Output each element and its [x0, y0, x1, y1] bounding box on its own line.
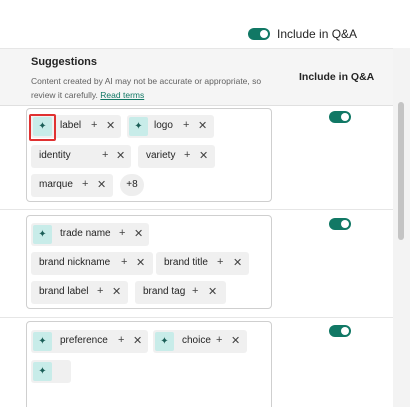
- chip-text: brand label: [39, 286, 89, 297]
- close-icon[interactable]: ✕: [231, 334, 240, 347]
- close-icon[interactable]: ✕: [116, 149, 125, 162]
- chip-text: choice: [182, 335, 211, 346]
- scrollbar-thumb[interactable]: [398, 102, 404, 240]
- chip-logo[interactable]: ✦ logo + ✕: [127, 115, 214, 138]
- close-icon[interactable]: ✕: [208, 285, 217, 298]
- toggle-knob: [341, 327, 349, 335]
- chip-choice[interactable]: ✦ choice + ✕: [153, 330, 247, 353]
- row-3-toggle[interactable]: [329, 325, 351, 337]
- close-icon[interactable]: ✕: [136, 256, 145, 269]
- suggestion-card-2: ✦ trade name + ✕ brand nickname + ✕ bran…: [26, 215, 272, 309]
- suggestion-card-1: ✦ label + ✕ ✦ logo + ✕ identity + ✕ vari…: [26, 108, 272, 202]
- toggle-knob: [341, 220, 349, 228]
- plus-icon[interactable]: +: [91, 119, 97, 131]
- toggle-knob: [260, 30, 268, 38]
- chip-variety[interactable]: variety + ✕: [138, 145, 215, 168]
- chip-clipped[interactable]: ✦: [31, 360, 71, 383]
- more-chips-badge[interactable]: +8: [120, 174, 144, 196]
- row-separator: [0, 209, 393, 210]
- close-icon[interactable]: ✕: [199, 149, 208, 162]
- close-icon[interactable]: ✕: [198, 119, 207, 132]
- plus-icon[interactable]: +: [82, 178, 88, 190]
- chip-text: logo: [154, 120, 173, 131]
- suggestions-header: Suggestions Content created by AI may no…: [0, 48, 393, 106]
- close-icon[interactable]: ✕: [133, 334, 142, 347]
- chip-text: brand nickname: [39, 257, 111, 268]
- include-in-qa-column-header: Include in Q&A: [299, 71, 375, 83]
- chip-brand-label[interactable]: brand label + ✕: [31, 281, 128, 304]
- close-icon[interactable]: ✕: [106, 119, 115, 132]
- chip-text: brand tag: [143, 286, 186, 297]
- include-in-qa-toggle[interactable]: [248, 28, 270, 40]
- vertical-scrollbar[interactable]: [393, 48, 410, 407]
- close-icon[interactable]: ✕: [97, 178, 106, 191]
- chip-brand-tag[interactable]: brand tag + ✕: [135, 281, 226, 304]
- chip-text: label: [60, 120, 82, 131]
- close-icon[interactable]: ✕: [233, 256, 242, 269]
- chip-text: marque: [39, 179, 73, 190]
- ai-disclaimer: Content created by AI may not be accurat…: [31, 74, 281, 102]
- highlight-box: [29, 114, 56, 141]
- row-2-toggle[interactable]: [329, 218, 351, 230]
- sparkle-icon[interactable]: ✦: [33, 225, 52, 244]
- row-separator: [0, 317, 393, 318]
- chip-brand-title[interactable]: brand title + ✕: [156, 252, 249, 275]
- plus-icon[interactable]: +: [216, 334, 222, 346]
- sparkle-icon[interactable]: ✦: [155, 332, 174, 351]
- include-in-qa-label: Include in Q&A: [277, 27, 358, 41]
- plus-icon[interactable]: +: [183, 119, 189, 131]
- toggle-knob: [341, 113, 349, 121]
- close-icon[interactable]: ✕: [134, 227, 143, 240]
- chip-identity[interactable]: identity + ✕: [31, 145, 131, 168]
- chip-text: preference: [60, 335, 108, 346]
- plus-icon[interactable]: +: [118, 334, 124, 346]
- chip-marque[interactable]: marque + ✕: [31, 174, 113, 197]
- sparkle-icon[interactable]: ✦: [33, 362, 52, 381]
- row-1-toggle[interactable]: [329, 111, 351, 123]
- plus-icon[interactable]: +: [192, 285, 198, 297]
- sparkle-icon[interactable]: ✦: [33, 332, 52, 351]
- close-icon[interactable]: ✕: [112, 285, 121, 298]
- suggestion-card-3: ✦ preference + ✕ ✦ choice + ✕ ✦: [26, 321, 272, 407]
- plus-icon[interactable]: +: [102, 149, 108, 161]
- plus-icon[interactable]: +: [97, 285, 103, 297]
- ai-disclaimer-text: Content created by AI may not be accurat…: [31, 76, 262, 100]
- suggestions-title: Suggestions: [31, 56, 98, 68]
- top-bar: Include in Q&A: [0, 0, 410, 48]
- read-terms-link[interactable]: Read terms: [100, 90, 144, 100]
- plus-icon[interactable]: +: [119, 227, 125, 239]
- sparkle-icon[interactable]: ✦: [129, 117, 148, 136]
- chip-preference[interactable]: ✦ preference + ✕: [31, 330, 148, 353]
- chip-text: identity: [39, 150, 71, 161]
- chip-text: brand title: [164, 257, 208, 268]
- plus-icon[interactable]: +: [121, 256, 127, 268]
- chip-text: variety: [146, 150, 176, 161]
- chip-text: trade name: [60, 228, 111, 239]
- chip-trade-name[interactable]: ✦ trade name + ✕: [31, 223, 149, 246]
- plus-icon[interactable]: +: [217, 256, 223, 268]
- plus-icon[interactable]: +: [184, 149, 190, 161]
- chip-brand-nickname[interactable]: brand nickname + ✕: [31, 252, 153, 275]
